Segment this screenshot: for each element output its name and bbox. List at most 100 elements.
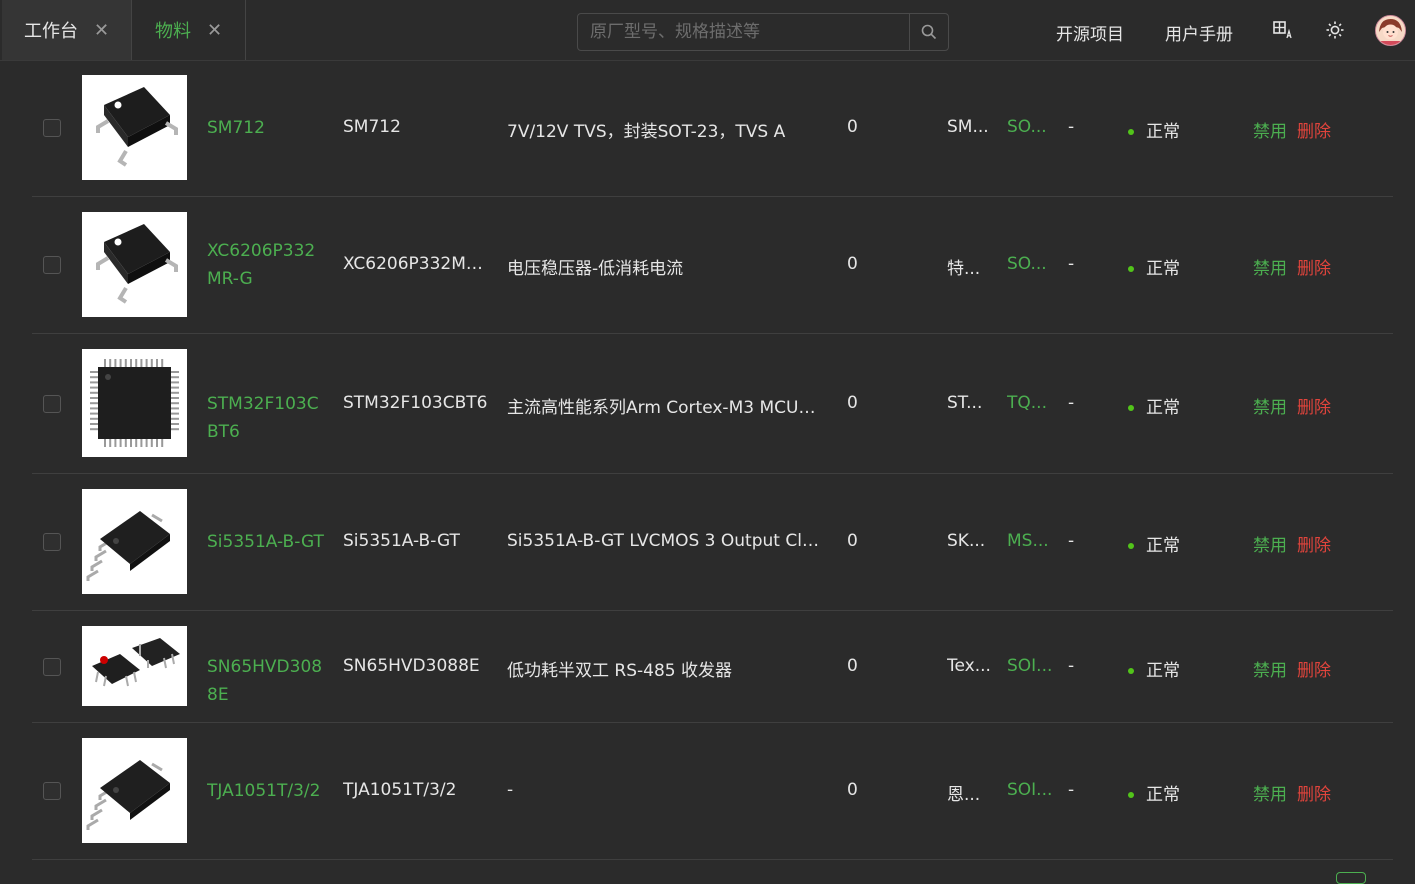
status-badge: 正常 [1146, 122, 1180, 142]
tab-materials[interactable]: 物料 ✕ [133, 0, 246, 60]
theme-toggle-button[interactable] [1323, 18, 1347, 42]
package-cell: SO... [1007, 254, 1047, 274]
model-cell: STM32F103CBT6 [343, 393, 488, 413]
model-cell: XC6206P332MR-G [343, 254, 493, 274]
tab-label: 工作台 [24, 21, 78, 42]
close-icon[interactable]: ✕ [207, 20, 222, 41]
row-actions: 禁用 删除 [1253, 656, 1363, 681]
empty-cell: - [1068, 393, 1075, 413]
search-button[interactable] [909, 14, 948, 50]
disable-button[interactable]: 禁用 [1253, 122, 1287, 142]
sun-icon [1326, 21, 1344, 39]
description-cell: 主流高性能系列Arm Cortex-M3 MCU，... [507, 398, 825, 418]
manufacturer-cell: SK... [947, 531, 986, 551]
delete-button[interactable]: 删除 [1297, 785, 1331, 805]
empty-cell: - [1068, 531, 1075, 551]
corner-button[interactable] [1336, 872, 1366, 884]
disable-button[interactable]: 禁用 [1253, 398, 1287, 418]
part-number-link[interactable]: XC6206P332MR-G [207, 237, 329, 293]
part-thumbnail [82, 489, 187, 594]
row-checkbox[interactable] [43, 119, 61, 137]
empty-cell: - [1068, 656, 1075, 676]
delete-button[interactable]: 删除 [1297, 259, 1331, 279]
row-checkbox[interactable] [43, 658, 61, 676]
row-actions: 禁用 删除 [1253, 780, 1363, 805]
quantity-cell: 0 [847, 393, 858, 413]
table-row: SN65HVD3088E SN65HVD3088E 低功耗半双工 RS-485 … [32, 611, 1393, 723]
description-cell: 电压稳压器-低消耗电流 [507, 259, 684, 279]
status-dot [1128, 405, 1134, 411]
package-cell: SOI... [1007, 656, 1053, 676]
search-input[interactable] [578, 14, 909, 50]
open-source-link[interactable]: 开源项目 [1056, 20, 1124, 45]
status-dot [1128, 668, 1134, 674]
row-checkbox[interactable] [43, 782, 61, 800]
description-cell: - [507, 780, 514, 800]
table-row: Si5351A-B-GT Si5351A-B-GT Si5351A-B-GT L… [32, 474, 1393, 611]
table-row: XC6206P332MR-G XC6206P332MR-G 电压稳压器-低消耗电… [32, 197, 1393, 334]
part-thumbnail [82, 349, 187, 457]
part-number-link[interactable]: TJA1051T/3/2 [207, 777, 329, 805]
quantity-cell: 0 [847, 656, 858, 676]
empty-cell: - [1068, 780, 1075, 800]
delete-button[interactable]: 删除 [1297, 536, 1331, 556]
part-number-link[interactable]: SN65HVD3088E [207, 653, 329, 709]
manufacturer-cell: Tex... [947, 656, 991, 676]
quantity-cell: 0 [847, 117, 858, 137]
quantity-cell: 0 [847, 254, 858, 274]
status-badge: 正常 [1146, 536, 1180, 556]
quantity-cell: 0 [847, 780, 858, 800]
part-number-link[interactable]: Si5351A-B-GT [207, 528, 329, 556]
manufacturer-cell: 特... [947, 259, 981, 279]
user-manual-link[interactable]: 用户手册 [1165, 20, 1233, 45]
status-dot [1128, 266, 1134, 272]
model-cell: SM712 [343, 117, 401, 137]
status-badge: 正常 [1146, 785, 1180, 805]
delete-button[interactable]: 删除 [1297, 398, 1331, 418]
user-avatar[interactable] [1375, 15, 1406, 46]
disable-button[interactable]: 禁用 [1253, 785, 1287, 805]
model-cell: Si5351A-B-GT [343, 531, 460, 551]
materials-table: SM712 SM712 7V/12V TVS，封装SOT-23，TVS A 0 … [32, 60, 1393, 860]
disable-button[interactable]: 禁用 [1253, 661, 1287, 681]
row-actions: 禁用 删除 [1253, 254, 1363, 279]
row-checkbox[interactable] [43, 256, 61, 274]
close-icon[interactable]: ✕ [94, 20, 109, 41]
row-actions: 禁用 删除 [1253, 117, 1363, 142]
package-cell: SO... [1007, 117, 1047, 137]
package-cell: TQ... [1007, 393, 1047, 413]
row-checkbox[interactable] [43, 533, 61, 551]
part-number-link[interactable]: SM712 [207, 114, 329, 142]
row-actions: 禁用 删除 [1253, 531, 1363, 556]
status-badge: 正常 [1146, 661, 1180, 681]
status-badge: 正常 [1146, 398, 1180, 418]
delete-button[interactable]: 删除 [1297, 122, 1331, 142]
table-row: TJA1051T/3/2 TJA1051T/3/2 - 0 恩... SOI..… [32, 723, 1393, 860]
package-cell: SOI... [1007, 780, 1053, 800]
part-thumbnail [82, 75, 187, 180]
delete-button[interactable]: 删除 [1297, 661, 1331, 681]
part-number-link[interactable]: STM32F103CBT6 [207, 390, 329, 446]
disable-button[interactable]: 禁用 [1253, 259, 1287, 279]
quantity-cell: 0 [847, 531, 858, 551]
tab-workbench[interactable]: 工作台 ✕ [2, 0, 132, 60]
description-cell: Si5351A-B-GT LVCMOS 3 Output Clock ... [507, 531, 825, 551]
row-checkbox[interactable] [43, 395, 61, 413]
status-cell: 正常 [1128, 531, 1208, 556]
status-dot [1128, 543, 1134, 549]
part-thumbnail [82, 212, 187, 317]
empty-cell: - [1068, 117, 1075, 137]
search-icon [921, 24, 937, 40]
part-thumbnail [82, 626, 187, 706]
disable-button[interactable]: 禁用 [1253, 536, 1287, 556]
status-cell: 正常 [1128, 254, 1208, 279]
part-thumbnail [82, 738, 187, 843]
top-bar: 工作台 ✕ 物料 ✕ 开源项目 用户手册 [0, 0, 1415, 61]
status-badge: 正常 [1146, 259, 1180, 279]
empty-cell: - [1068, 254, 1075, 274]
description-cell: 低功耗半双工 RS-485 收发器 [507, 661, 732, 681]
model-cell: SN65HVD3088E [343, 656, 480, 676]
translate-button[interactable] [1272, 18, 1296, 42]
search-box [577, 13, 949, 51]
manufacturer-cell: ST... [947, 393, 983, 413]
